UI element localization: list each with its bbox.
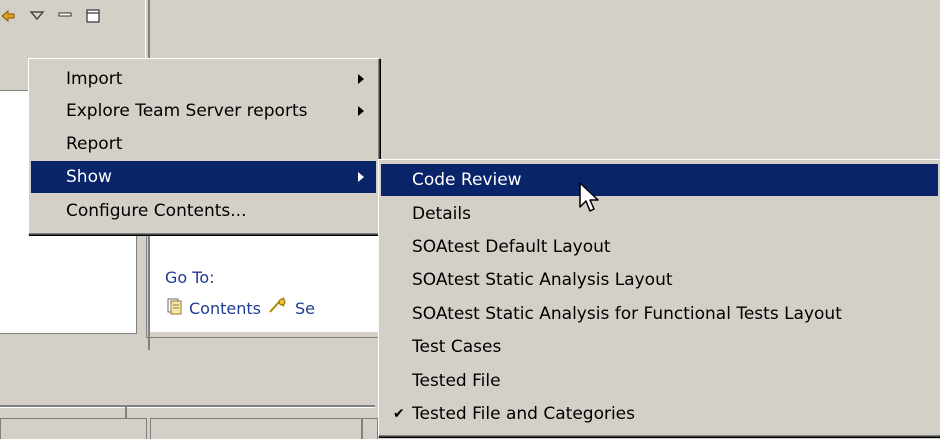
- submenu-item-label: Details: [412, 204, 471, 224]
- checkmark-icon: ✔: [393, 406, 405, 422]
- splitter[interactable]: [125, 405, 127, 419]
- context-menu: Import Explore Team Server reports Repor…: [28, 58, 380, 235]
- contents-link[interactable]: Contents: [189, 299, 261, 318]
- bottom-tab-2[interactable]: [150, 418, 362, 439]
- menu-item-explore-team-server-reports[interactable]: Explore Team Server reports: [31, 95, 376, 127]
- submenu-item-soatest-default-layout[interactable]: SOAtest Default Layout: [381, 231, 938, 263]
- search-link[interactable]: Se: [295, 299, 315, 318]
- submenu-item-label: SOAtest Default Layout: [412, 237, 611, 257]
- submenu-item-label: SOAtest Static Analysis for Functional T…: [412, 304, 842, 324]
- submenu-item-soatest-static-analysis-layout[interactable]: SOAtest Static Analysis Layout: [381, 264, 938, 296]
- menu-item-label: Report: [66, 134, 123, 154]
- menu-item-report[interactable]: Report: [31, 128, 376, 160]
- submenu-item-label: SOAtest Static Analysis Layout: [412, 270, 673, 290]
- contents-icon: [165, 297, 183, 319]
- submenu-arrow-icon: [358, 172, 364, 182]
- submenu-item-soatest-static-analysis-functional-tests-layout[interactable]: SOAtest Static Analysis for Functional T…: [381, 298, 938, 330]
- submenu-item-label: Tested File and Categories: [412, 404, 636, 424]
- go-to-links: Contents Se: [165, 296, 315, 320]
- mouse-cursor-icon: [578, 181, 602, 220]
- submenu-item-label: Code Review: [412, 170, 522, 190]
- submenu-arrow-icon: [358, 74, 364, 84]
- submenu-item-code-review[interactable]: Code Review: [381, 164, 938, 196]
- menu-item-show[interactable]: Show: [31, 161, 376, 193]
- submenu-item-tested-file[interactable]: Tested File: [381, 365, 938, 397]
- bottom-tab-3[interactable]: [362, 418, 378, 439]
- submenu-item-label: Tested File: [412, 371, 501, 391]
- show-submenu: Code Review Details SOAtest Default Layo…: [378, 159, 940, 437]
- menu-item-import[interactable]: Import: [31, 63, 376, 95]
- separator-highlight: [0, 407, 375, 408]
- submenu-item-details[interactable]: Details: [381, 198, 938, 230]
- bottom-tab-1[interactable]: [0, 418, 147, 439]
- submenu-item-label: Test Cases: [412, 337, 502, 357]
- menu-item-label: Import: [66, 69, 123, 89]
- submenu-item-tested-file-and-categories[interactable]: ✔ Tested File and Categories: [381, 398, 938, 430]
- menu-item-configure-contents[interactable]: Configure Contents...: [31, 195, 376, 227]
- menu-item-label: Configure Contents...: [66, 201, 247, 221]
- submenu-item-test-cases[interactable]: Test Cases: [381, 331, 938, 363]
- go-to-label: Go To:: [165, 268, 215, 287]
- menu-item-label: Explore Team Server reports: [66, 101, 308, 121]
- submenu-arrow-icon: [358, 106, 364, 116]
- search-icon: [267, 296, 289, 320]
- menu-item-label: Show: [66, 167, 112, 187]
